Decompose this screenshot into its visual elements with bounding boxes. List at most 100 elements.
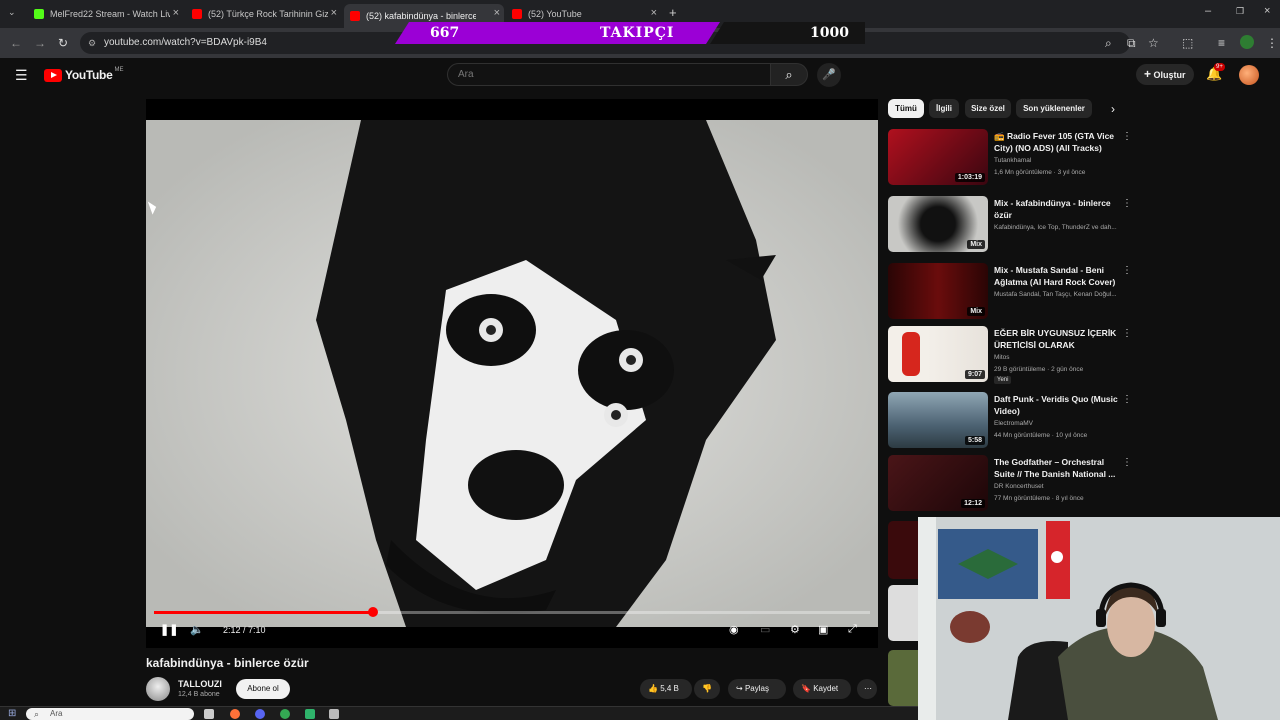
reload-icon[interactable]: ↻: [58, 36, 68, 50]
tab-4[interactable]: (52) YouTube ×: [506, 4, 661, 24]
save-button[interactable]: 🔖 Kaydet: [793, 679, 851, 699]
profile-icon[interactable]: [1240, 35, 1254, 49]
rec-channel[interactable]: DR Koncerthuset: [994, 483, 1124, 490]
minimize-icon[interactable]: –: [1205, 5, 1211, 17]
rec-title[interactable]: 📻 Radio Fever 105 (GTA Vice City) (NO AD…: [994, 130, 1118, 154]
rec-title[interactable]: EĞER BİR UYGUNSUZ İÇERİK ÜRETİCİSİ OLARA…: [994, 327, 1118, 351]
video-thumbnail[interactable]: Mix: [888, 263, 988, 319]
maximize-icon[interactable]: ❐: [1236, 6, 1244, 17]
rec-title[interactable]: Daft Punk - Veridis Quo (Music Video): [994, 393, 1118, 417]
video-thumbnail[interactable]: 9:07: [888, 326, 988, 382]
rec-title[interactable]: Mix - Mustafa Sandal - Beni Ağlatma (AI …: [994, 264, 1118, 288]
rec-channel[interactable]: ElectromaMV: [994, 420, 1124, 427]
hamburger-menu-icon[interactable]: ☰: [15, 67, 28, 84]
video-thumbnail[interactable]: 12:12: [888, 455, 988, 511]
channel-name[interactable]: TALLOUZI: [178, 679, 222, 689]
partial-thumbnail[interactable]: [888, 521, 918, 579]
rec-title[interactable]: The Godfather – Orchestral Suite // The …: [994, 456, 1118, 480]
site-info-icon[interactable]: ⚙: [88, 32, 96, 54]
youtube-logo[interactable]: YouTube ME: [44, 67, 123, 82]
menu-dots-icon[interactable]: ⋮: [1266, 36, 1278, 50]
zoom-icon[interactable]: ⌕: [1105, 36, 1112, 51]
autoplay-toggle-icon[interactable]: ◉: [729, 623, 739, 636]
chip-for-you[interactable]: Size özel: [965, 99, 1011, 118]
pause-icon[interactable]: ❚❚: [160, 623, 178, 636]
stream-follower-overlay: 667 TAKIPÇI 1000: [395, 22, 865, 44]
list-item[interactable]: Mix Mix - kafabindünya - binlerce özür K…: [888, 196, 1138, 254]
avatar[interactable]: [1239, 65, 1259, 85]
search-button[interactable]: ⌕: [770, 63, 808, 86]
duration-badge: Mix: [967, 307, 985, 316]
more-dots-icon: ⋯: [864, 684, 872, 693]
voice-search-button[interactable]: 🎤: [817, 63, 841, 87]
more-options-icon[interactable]: ⋮: [1122, 394, 1132, 405]
search-input[interactable]: Ara: [447, 63, 771, 86]
more-options-icon[interactable]: ⋮: [1122, 457, 1132, 468]
chip-related[interactable]: İlgili: [929, 99, 959, 118]
tab-2[interactable]: (52) Türkçe Rock Tarihinin Gizli ×: [186, 4, 341, 24]
volume-icon[interactable]: 🔈: [190, 623, 204, 636]
chip-recent[interactable]: Son yüklenenler: [1016, 99, 1092, 118]
forward-icon[interactable]: →: [34, 36, 46, 50]
more-options-icon[interactable]: ⋮: [1122, 265, 1132, 276]
duration-badge: 12:12: [961, 499, 985, 508]
install-icon[interactable]: ⧉: [1127, 36, 1136, 51]
rec-channel[interactable]: Tutankhamal: [994, 157, 1124, 164]
create-button[interactable]: + Oluştur: [1136, 64, 1194, 85]
tab-1[interactable]: MelFred22 Stream - Watch Live ×: [28, 4, 183, 24]
close-icon[interactable]: ×: [494, 7, 500, 19]
video-player[interactable]: ❚❚ 🔈 2:12 / 7:10 ◉ ▭ ⚙ ▣ ⤢: [146, 99, 878, 648]
channel-avatar[interactable]: [146, 677, 170, 701]
extensions-icon[interactable]: ⬚: [1182, 36, 1193, 50]
list-item[interactable]: 9:07 EĞER BİR UYGUNSUZ İÇERİK ÜRETİCİSİ …: [888, 326, 1138, 384]
close-window-icon[interactable]: ×: [1264, 5, 1270, 17]
media-control-icon[interactable]: ≡: [1218, 36, 1225, 50]
new-tab-icon[interactable]: +: [669, 5, 677, 20]
chrome-icon[interactable]: [280, 709, 290, 719]
rec-channel[interactable]: Mitos: [994, 354, 1124, 361]
subscribe-button[interactable]: Abone ol: [236, 679, 290, 699]
close-icon[interactable]: ×: [331, 7, 337, 19]
windows-start-icon[interactable]: ⊞: [8, 708, 16, 719]
rec-title[interactable]: Mix - kafabindünya - binlerce özür: [994, 197, 1118, 221]
app-icon[interactable]: [329, 709, 339, 719]
url-text: youtube.com/watch?v=BDAVpk-i9B4: [104, 37, 267, 48]
more-options-icon[interactable]: ⋮: [1122, 328, 1132, 339]
firefox-icon[interactable]: [230, 709, 240, 719]
notifications-button[interactable]: 🔔 9+: [1206, 63, 1225, 82]
search-icon: ⌕: [785, 67, 793, 82]
taskbar-search-input[interactable]: ⌕ Ara: [26, 708, 194, 720]
dislike-button[interactable]: 👎: [694, 679, 720, 699]
chevron-right-icon[interactable]: ›: [1111, 102, 1115, 116]
discord-icon[interactable]: [255, 709, 265, 719]
list-item[interactable]: Mix Mix - Mustafa Sandal - Beni Ağlatma …: [888, 263, 1138, 321]
app-icon[interactable]: [305, 709, 315, 719]
captions-icon[interactable]: ▭: [760, 623, 770, 636]
video-thumbnail[interactable]: 1:03:19: [888, 129, 988, 185]
partial-thumbnail[interactable]: [888, 650, 918, 706]
video-thumbnail[interactable]: Mix: [888, 196, 988, 252]
list-item[interactable]: 1:03:19 📻 Radio Fever 105 (GTA Vice City…: [888, 129, 1138, 187]
close-icon[interactable]: ×: [651, 7, 657, 19]
list-item[interactable]: 5:58 Daft Punk - Veridis Quo (Music Vide…: [888, 392, 1138, 450]
more-options-icon[interactable]: ⋮: [1122, 198, 1132, 209]
video-thumbnail[interactable]: 5:58: [888, 392, 988, 448]
duration-badge: 1:03:19: [954, 173, 985, 182]
back-icon[interactable]: ←: [10, 36, 22, 50]
rec-channel[interactable]: Kafabindünya, Ice Top, ThunderZ ve dah..…: [994, 224, 1124, 231]
tab-list-icon[interactable]: ⌄: [8, 7, 16, 18]
rec-channel[interactable]: Mustafa Sandal, Tan Taşçı, Kenan Doğul..…: [994, 291, 1124, 298]
partial-thumbnail[interactable]: [888, 585, 918, 641]
miniplayer-icon[interactable]: ▣: [818, 623, 828, 636]
like-button[interactable]: 👍 5,4 B: [640, 679, 692, 699]
share-button[interactable]: ↪ Paylaş: [728, 679, 786, 699]
fullscreen-icon[interactable]: ⤢: [848, 623, 857, 636]
bookmark-star-icon[interactable]: ☆: [1148, 36, 1159, 50]
settings-gear-icon[interactable]: ⚙: [790, 623, 800, 636]
more-actions-button[interactable]: ⋯: [857, 679, 877, 699]
chip-all[interactable]: Tümü: [888, 99, 924, 118]
more-options-icon[interactable]: ⋮: [1122, 131, 1132, 142]
close-icon[interactable]: ×: [173, 7, 179, 19]
task-view-icon[interactable]: [204, 709, 214, 719]
list-item[interactable]: 12:12 The Godfather – Orchestral Suite /…: [888, 455, 1138, 513]
